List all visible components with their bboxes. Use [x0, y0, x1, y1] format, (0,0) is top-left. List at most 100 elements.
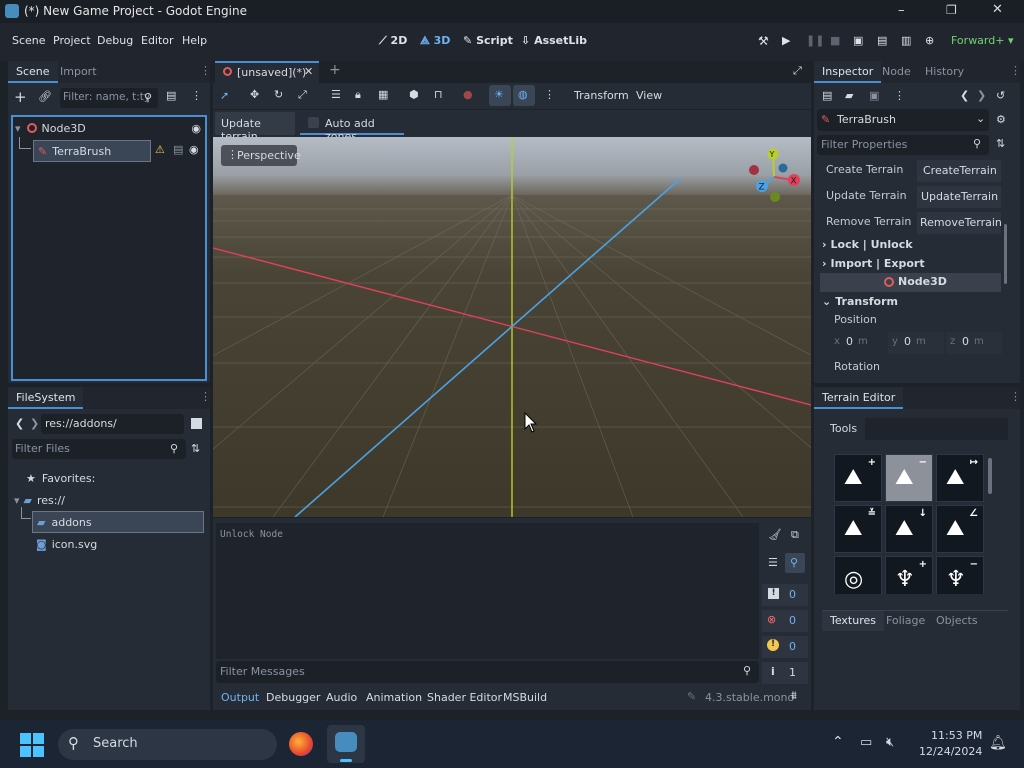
tab-inspector[interactable]: Inspector	[814, 61, 882, 83]
menu-editor[interactable]: Editor	[141, 34, 174, 47]
workspace-assetlib[interactable]: ⇩ AssetLib	[521, 34, 587, 47]
dock-menu-icon[interactable]: ⋮	[200, 64, 211, 77]
sun-toggle[interactable]: ☀	[489, 85, 511, 106]
camera-preview-icon[interactable]: ●	[463, 88, 473, 101]
update-terrain-prop-button[interactable]: UpdateTerrain	[917, 186, 1001, 208]
maximize-button[interactable]: ❐	[946, 3, 957, 17]
pause-button[interactable]: ❚❚	[806, 34, 824, 47]
terrain-tool-button[interactable]: ⛰ ↓	[885, 505, 933, 553]
view-gizmo[interactable]: X Y Z	[745, 147, 803, 205]
terrain-tool-button[interactable]: ♆ −	[936, 556, 984, 594]
windows-start-icon[interactable]	[20, 733, 44, 757]
play-current-button[interactable]: ▤	[877, 34, 887, 47]
scene-filter-input[interactable]: Filter: name, t:ty ⚲	[60, 88, 158, 108]
link-icon[interactable]: 🔗︎	[38, 90, 52, 103]
terrain-tool-button[interactable]: ◎	[834, 556, 882, 594]
select-tool-icon[interactable]: ➚	[220, 89, 229, 102]
inspector-scrollbar[interactable]	[1004, 224, 1007, 284]
group-import-export[interactable]: › Import | Export	[822, 252, 1002, 274]
forward-icon[interactable]: ❯	[30, 417, 39, 430]
terrain-tool-button[interactable]: ⛰ −	[885, 454, 933, 502]
warning-filter-toggle[interactable]: ! 0	[762, 636, 808, 658]
open-folder-icon[interactable]: ▰	[845, 89, 853, 102]
position-z-field[interactable]: z0m	[946, 332, 1002, 354]
version-label[interactable]: 4.3.stable.mono	[705, 691, 794, 704]
tab-debugger[interactable]: Debugger	[266, 691, 320, 704]
environment-menu-icon[interactable]: ⋮	[544, 88, 555, 101]
tab-tools[interactable]: Tools	[822, 418, 866, 440]
play-button[interactable]: ▶	[782, 34, 790, 47]
clock-time[interactable]: 11:53 PM	[931, 729, 982, 742]
tree-item-node3d[interactable]: ▾ Node3D ◉	[15, 117, 203, 139]
tab-foliage[interactable]: Foliage	[886, 614, 925, 627]
terrain-tool-button[interactable]: ⛰ +	[834, 454, 882, 502]
script-attached-icon[interactable]: ▤	[173, 143, 183, 156]
menu-project[interactable]: Project	[53, 34, 91, 47]
perspective-menu[interactable]: ⋮ Perspective	[221, 145, 301, 166]
terrain-tool-button[interactable]: ♆ +	[885, 556, 933, 594]
movie-maker-icon[interactable]: ⊕	[925, 34, 934, 47]
history-forward-icon[interactable]: ❯	[977, 89, 986, 102]
position-y-field[interactable]: y0m	[888, 332, 944, 354]
new-resource-icon[interactable]: ▤	[822, 89, 832, 102]
view-menu[interactable]: View	[636, 89, 662, 102]
search-toggle[interactable]: ⚲	[785, 553, 805, 573]
tab-history[interactable]: History	[925, 65, 964, 78]
update-terrain-button[interactable]: Update terrain	[215, 112, 295, 143]
minimize-button[interactable]: –	[898, 3, 905, 18]
path-field[interactable]: res://addons/	[41, 414, 184, 434]
tab-output[interactable]: Output	[221, 691, 259, 704]
new-tab-button[interactable]: +	[329, 62, 341, 78]
scene-menu-icon[interactable]: ⋮	[191, 89, 202, 102]
copy-output-icon[interactable]: ⧉	[791, 528, 799, 542]
terrain-tool-button[interactable]: ⛰ ∠	[936, 505, 984, 553]
pin-panel-icon[interactable]: ⩩	[791, 689, 797, 703]
word-wrap-icon[interactable]: ☰	[768, 556, 778, 569]
menu-scene[interactable]: Scene	[12, 34, 46, 47]
terrain-tool-button[interactable]: ⛰ ≚	[834, 505, 882, 553]
create-terrain-button[interactable]: CreateTerrain	[917, 160, 1001, 182]
workspace-2d[interactable]: ⟋ 2D	[379, 34, 407, 48]
filesystem-filter-input[interactable]: Filter Files ⚲	[12, 439, 186, 459]
list-select-icon[interactable]: ☰	[331, 88, 341, 101]
network-icon[interactable]: ▭	[860, 735, 872, 750]
node-config-icon[interactable]: ⚙	[996, 113, 1006, 126]
close-button[interactable]: ✕	[992, 2, 1003, 17]
favorites-item[interactable]: ★ Favorites:	[26, 467, 95, 489]
remote-deploy-icon[interactable]: ⚒	[758, 34, 769, 48]
tab-filesystem[interactable]: FileSystem	[8, 387, 84, 409]
menu-help[interactable]: Help	[182, 34, 207, 47]
dock-menu-icon[interactable]: ⋮	[200, 390, 211, 403]
filter-messages-input[interactable]: Filter Messages ⚲	[216, 661, 759, 683]
3d-viewport[interactable]: ⋮ Perspective X Y Z	[213, 137, 811, 517]
local-space-icon[interactable]: ⬢	[409, 88, 419, 101]
tab-unsaved-scene[interactable]: [unsaved](*) ✕	[215, 61, 319, 83]
sort-icon[interactable]: ⇅	[996, 137, 1005, 150]
auto-add-zones-checkbox[interactable]: Auto add zones	[300, 112, 404, 143]
tools-scrollbar[interactable]	[988, 458, 992, 494]
play-custom-button[interactable]: ▥	[901, 34, 911, 47]
tab-msbuild[interactable]: MSBuild	[503, 691, 547, 704]
position-x-field[interactable]: x0m	[828, 332, 884, 354]
extra-menu-icon[interactable]: ⋮	[894, 89, 905, 102]
back-icon[interactable]: ❮	[15, 417, 24, 430]
scale-tool-icon[interactable]: ⤢	[298, 88, 307, 102]
object-selector[interactable]: ✎ TerraBrush ⌄	[817, 109, 989, 131]
firefox-icon[interactable]	[289, 732, 313, 756]
split-view-icon[interactable]	[191, 418, 202, 429]
move-tool-icon[interactable]: ✥	[250, 88, 259, 101]
taskbar-search[interactable]: ⚲ Search	[58, 729, 277, 760]
visibility-eye-icon[interactable]: ◉	[191, 122, 201, 135]
attach-script-icon[interactable]: ▤	[166, 89, 176, 102]
object-history-icon[interactable]: ↺	[996, 89, 1005, 102]
error-filter-toggle[interactable]: ⊗ 0	[762, 610, 808, 632]
tab-node[interactable]: Node	[882, 65, 911, 78]
play-scene-button[interactable]: ▣	[853, 34, 863, 47]
info-filter-toggle[interactable]: i 1	[762, 662, 808, 684]
dock-menu-icon[interactable]: ⋮	[1010, 64, 1021, 77]
clock-date[interactable]: 12/24/2024	[919, 745, 982, 758]
distraction-free-icon[interactable]: ⤢	[793, 64, 802, 78]
group-transform[interactable]: ⌄ Transform	[822, 290, 1002, 312]
close-tab-icon[interactable]: ✕	[304, 65, 313, 78]
godot-taskbar-button[interactable]	[327, 725, 365, 763]
